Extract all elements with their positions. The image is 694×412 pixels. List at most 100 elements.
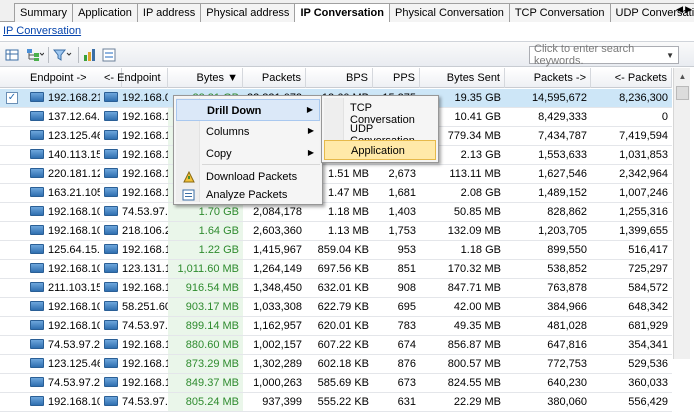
chart-button[interactable] — [83, 47, 97, 63]
cell-text: 192.168.10.128 — [48, 396, 100, 408]
tab-summary[interactable]: Summary — [14, 3, 73, 22]
menu-item-columns[interactable]: Columns▶ — [176, 121, 320, 143]
table-row[interactable]: 192.168.10.210123.131.165.821,011.60 MB1… — [0, 260, 672, 279]
table-cell: 22.29 MB — [420, 393, 505, 411]
export-button[interactable] — [102, 47, 116, 63]
cell-text: 163.21.105.1 — [48, 187, 100, 199]
table-cell: 1,203,705 — [505, 222, 591, 240]
column-header[interactable]: Bytes ▼ — [168, 68, 243, 88]
filter-button[interactable] — [53, 47, 75, 63]
cell-text: 556,429 — [628, 396, 668, 408]
submenu-item-application[interactable]: Application — [324, 140, 436, 160]
cell-text: 192.168.10.150 — [48, 301, 100, 313]
search-input[interactable]: Click to enter search keywords. ▼ — [529, 46, 679, 64]
table-cell: 220.181.12.16 — [26, 165, 100, 183]
table-view-icon — [5, 48, 19, 62]
breadcrumb-row: IP Conversation — [0, 22, 694, 40]
scroll-up-icon[interactable]: ▲ — [674, 68, 691, 85]
column-header[interactable]: Bytes Sent — [420, 68, 505, 88]
row-checkbox[interactable]: ✓ — [6, 92, 18, 104]
column-header[interactable]: Packets — [243, 68, 306, 88]
host-icon — [104, 320, 118, 330]
menu-item-label: Columns — [206, 126, 249, 138]
cell-text: 192.168.10.128 — [122, 111, 168, 123]
menu-separator — [202, 164, 320, 165]
table-row[interactable]: 125.64.15.226192.168.10.1501.22 GB1,415,… — [0, 241, 672, 260]
column-header[interactable]: Packets -> — [505, 68, 591, 88]
menu-item-copy[interactable]: Copy▶ — [176, 143, 320, 165]
column-header[interactable]: <- Endpoint — [100, 68, 168, 88]
table-cell: 772,753 — [505, 355, 591, 373]
table-cell: 192.168.10.24 — [100, 279, 168, 297]
host-icon — [104, 377, 118, 387]
table-cell: 620.01 KB — [306, 317, 373, 335]
tab-physical-address[interactable]: Physical address — [200, 3, 295, 22]
table-row[interactable]: 211.103.152.18192.168.10.24916.54 MB1,34… — [0, 279, 672, 298]
table-cell: 74.53.97.226 — [26, 374, 100, 392]
cell-text: 7,419,594 — [619, 130, 668, 142]
tree-view-button[interactable] — [26, 47, 44, 63]
table-view-button[interactable] — [5, 47, 19, 63]
table-cell: 8,429,333 — [505, 108, 591, 126]
cell-text: 2,084,178 — [253, 206, 302, 218]
table-row[interactable]: 220.181.12.16192.168.10.1501.79 GB3,970,… — [0, 165, 672, 184]
scroll-thumb[interactable] — [676, 86, 689, 100]
table-cell: 1.18 GB — [420, 241, 505, 259]
submenu-item-udp-conversation[interactable]: UDP Conversation — [324, 119, 436, 139]
submenu-item-tcp-conversation[interactable]: TCP Conversation — [324, 98, 436, 118]
table-cell: 192.168.10.188 — [100, 374, 168, 392]
table-row[interactable]: 123.125.46.59192.168.10.150873.29 MB1,30… — [0, 355, 672, 374]
table-row[interactable]: 74.53.97.226192.168.10.188849.37 MB1,000… — [0, 374, 672, 393]
menu-item-analyze-packets[interactable]: Analyze Packets — [176, 184, 320, 206]
table-cell: 632.01 KB — [306, 279, 373, 297]
tab-physical-conversation[interactable]: Physical Conversation — [389, 3, 510, 22]
table-row[interactable]: 163.21.105.1192.168.10.241.73 GB2,496,39… — [0, 184, 672, 203]
table-row[interactable]: 74.53.97.226192.168.10.210880.60 MB1,002… — [0, 336, 672, 355]
cell-text: 192.168.10.150 — [122, 130, 168, 142]
tab-application[interactable]: Application — [72, 3, 138, 22]
submenu-arrow-icon: ▶ — [307, 105, 313, 114]
host-icon — [30, 206, 44, 216]
table-cell: 880.60 MB — [168, 336, 243, 354]
column-header[interactable]: BPS — [306, 68, 373, 88]
table-cell: 2,603,360 — [243, 222, 306, 240]
cell-text: 607.22 KB — [318, 339, 369, 351]
breadcrumb[interactable]: IP Conversation — [3, 25, 81, 37]
table-cell: 607.22 KB — [306, 336, 373, 354]
table-cell: 74.53.97.226 — [26, 336, 100, 354]
table-row[interactable]: 192.168.10.15058.251.60.184903.17 MB1,03… — [0, 298, 672, 317]
cell-text: 360,033 — [628, 377, 668, 389]
cell-text: 824.55 MB — [448, 377, 501, 389]
tab-scroll-right-icon[interactable]: ▶ — [685, 4, 692, 15]
filter-icon — [53, 48, 75, 62]
cell-text: 192.168.10.24 — [48, 225, 100, 237]
cell-text: 903.17 MB — [186, 301, 239, 313]
table-row[interactable]: 192.168.10.11874.53.97.226899.14 MB1,162… — [0, 317, 672, 336]
table-row[interactable]: 192.168.10.2474.53.97.2261.70 GB2,084,17… — [0, 203, 672, 222]
table-row[interactable]: 192.168.10.24218.106.246.971.64 GB2,603,… — [0, 222, 672, 241]
column-header[interactable]: <- Packets — [591, 68, 672, 88]
table-cell: 697.56 KB — [306, 260, 373, 278]
cell-text: 123.131.165.82 — [122, 263, 168, 275]
column-header[interactable]: PPS — [373, 68, 420, 88]
vertical-scrollbar[interactable]: ▲ — [673, 68, 690, 359]
table-cell: 1,002,157 — [243, 336, 306, 354]
menu-item-drill-down[interactable]: Drill Down▶ — [176, 99, 320, 121]
tab-ip-conversation[interactable]: IP Conversation — [294, 3, 390, 23]
context-menu: Drill Down▶Columns▶Copy▶Download Packets… — [173, 95, 323, 205]
table-cell: 123.125.46.59 — [26, 355, 100, 373]
menu-item-label: Download Packets — [206, 171, 297, 183]
table-cell: 42.00 MB — [420, 298, 505, 316]
table-row[interactable]: 192.168.10.12874.53.97.226805.24 MB937,3… — [0, 393, 672, 412]
host-icon — [30, 92, 44, 102]
tab-scroll-left-icon[interactable]: ◀ — [676, 4, 683, 15]
table-cell: 1,255,316 — [591, 203, 672, 221]
search-dropdown-icon[interactable]: ▼ — [666, 51, 674, 60]
tab-tcp-conversation[interactable]: TCP Conversation — [509, 3, 611, 22]
cell-text: 640,230 — [547, 377, 587, 389]
cell-text: 58.251.60.184 — [122, 301, 168, 313]
cell-text: 1,007,246 — [619, 187, 668, 199]
tab-ip-address[interactable]: IP address — [137, 3, 201, 22]
host-icon — [30, 111, 44, 121]
table-cell: 1,348,450 — [243, 279, 306, 297]
